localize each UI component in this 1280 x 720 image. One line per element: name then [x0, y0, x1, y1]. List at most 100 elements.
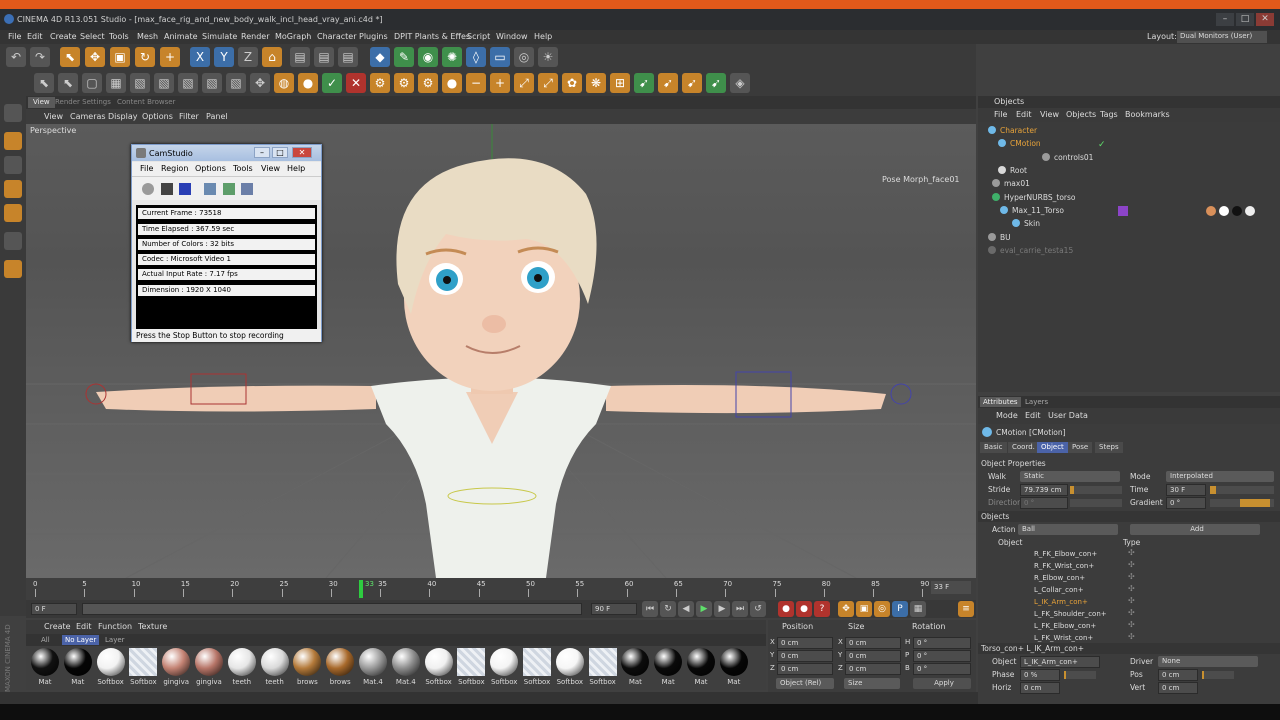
rectangle-select-icon[interactable]: ▢ — [82, 73, 102, 93]
cs-menu-file[interactable]: File — [140, 164, 153, 173]
point-level-icon[interactable]: ▦ — [910, 601, 926, 617]
menu-animate[interactable]: Animate — [164, 32, 198, 41]
cs-menu-view[interactable]: View — [261, 164, 280, 173]
material-swatch[interactable]: gingiva — [194, 648, 224, 686]
mat-menu-texture[interactable]: Texture — [138, 622, 167, 631]
filter-all[interactable]: All — [38, 635, 53, 645]
cs-menu-options[interactable]: Options — [195, 164, 226, 173]
step-forward-icon[interactable]: ▶ — [714, 601, 730, 617]
attr-menu-user-data[interactable]: User Data — [1048, 411, 1088, 420]
pos-y-field[interactable]: 0 cm — [777, 650, 833, 662]
size-y-field[interactable]: 0 cm — [845, 650, 901, 662]
material-swatch[interactable]: Softbox — [522, 648, 552, 686]
material-swatch[interactable]: Softbox — [96, 648, 126, 686]
list-item[interactable]: L_FK_Shoulder_con+ — [1034, 608, 1107, 620]
pos-z-field[interactable]: 0 cm — [777, 663, 833, 675]
object-row[interactable]: Max_11_Torso — [1000, 205, 1064, 217]
object-row[interactable]: BU — [988, 232, 1011, 244]
pos-slider[interactable] — [1202, 671, 1234, 679]
camstudio-close-button[interactable]: ✕ — [292, 147, 312, 158]
timeline-ruler[interactable]: 0 5 10 15 20 25 30 35 40 45 50 55 60 65 70 75 80 85 90 33 … — [26, 578, 976, 600]
obj-menu-view[interactable]: View — [1040, 110, 1059, 119]
menu-render[interactable]: Render — [241, 32, 269, 41]
material-swatch[interactable]: Softbox — [588, 648, 618, 686]
obj-menu-tags[interactable]: Tags — [1100, 110, 1118, 119]
camstudio-minimize-button[interactable]: – — [254, 147, 270, 158]
list-item[interactable]: R_Elbow_con+ — [1034, 572, 1085, 584]
record-keys-icon[interactable]: ● — [778, 601, 794, 617]
layout-select[interactable]: Dual Monitors (User) — [1177, 31, 1267, 43]
stride-field[interactable]: 79.739 cm — [1020, 484, 1068, 496]
phase-slider[interactable] — [1064, 671, 1096, 679]
camstudio-maximize-button[interactable]: □ — [272, 147, 288, 158]
live-selection-icon[interactable]: ⬉ — [60, 47, 80, 67]
timeline-playhead[interactable] — [359, 580, 363, 598]
stride-slider[interactable] — [1070, 486, 1122, 494]
smooth-brush-icon[interactable]: ➹ — [682, 73, 702, 93]
material-swatch[interactable]: Mat — [63, 648, 93, 686]
cs-menu-tools[interactable]: Tools — [233, 164, 253, 173]
camera-options-icon[interactable] — [241, 183, 253, 195]
measure-icon[interactable]: ⊞ — [610, 73, 630, 93]
menu-mograph[interactable]: MoGraph — [275, 32, 311, 41]
rot-p-field[interactable]: 0 ° — [913, 650, 971, 662]
start-frame-field[interactable]: 0 F — [31, 603, 77, 615]
subtab-coord[interactable]: Coord. — [1008, 442, 1039, 453]
mat-menu-create[interactable]: Create — [44, 622, 71, 631]
pose-morph-icon[interactable]: ● — [442, 73, 462, 93]
edges-mode-icon[interactable]: ▧ — [202, 73, 222, 93]
coordinate-system-icon[interactable]: ⌂ — [262, 47, 282, 67]
texture-tag-icon[interactable] — [1219, 206, 1229, 216]
polygons-mode-icon[interactable]: ▧ — [226, 73, 246, 93]
tab-layers[interactable]: Layers — [1022, 397, 1051, 407]
delete-icon[interactable]: ✕ — [346, 73, 366, 93]
list-item[interactable]: L_FK_Elbow_con+ — [1034, 620, 1096, 632]
gradient-field[interactable]: 0 ° — [1166, 497, 1206, 509]
rot-b-field[interactable]: 0 ° — [913, 663, 971, 675]
options-icon[interactable] — [223, 183, 235, 195]
workplane-icon[interactable]: ▧ — [154, 73, 174, 93]
menu-tools[interactable]: Tools — [109, 32, 129, 41]
play-icon[interactable]: ▶ — [696, 601, 712, 617]
subtab-pose[interactable]: Pose — [1068, 442, 1093, 453]
object-row[interactable]: eval_carrie_testa15 — [988, 245, 1073, 257]
object-row[interactable]: controls01 — [1042, 152, 1093, 164]
brush-icon[interactable]: ➹ — [658, 73, 678, 93]
object-row[interactable]: CMotion — [998, 138, 1041, 150]
object-mode-icon[interactable] — [4, 156, 22, 174]
stop-icon[interactable] — [179, 183, 191, 195]
rot-h-field[interactable]: 0 ° — [913, 637, 971, 649]
camstudio-title-bar[interactable]: CamStudio – □ ✕ — [132, 145, 321, 161]
subtab-object[interactable]: Object — [1037, 442, 1068, 453]
material-swatch[interactable]: Softbox — [424, 648, 454, 686]
horiz-field[interactable]: 0 cm — [1020, 682, 1060, 694]
go-to-end-icon[interactable]: ⏭ — [732, 601, 748, 617]
spline-pen-icon[interactable]: ✎ — [394, 47, 414, 67]
vp-menu-display[interactable]: Display — [108, 112, 138, 121]
direction-slider[interactable] — [1070, 499, 1122, 507]
subtab-steps[interactable]: Steps — [1095, 442, 1123, 453]
torso-section-header[interactable]: Torso_con+ L_IK_Arm_con+ — [978, 643, 1280, 654]
polygon-select-icon[interactable]: ⬉ — [58, 73, 78, 93]
menu-help[interactable]: Help — [534, 32, 552, 41]
light-icon[interactable]: ☀ — [538, 47, 558, 67]
list-item[interactable]: R_FK_Wrist_con+ — [1034, 560, 1094, 572]
floor-icon[interactable]: ▭ — [490, 47, 510, 67]
gradient-slider[interactable] — [1210, 499, 1274, 507]
material-swatch[interactable]: brows — [292, 648, 322, 686]
material-swatch[interactable]: Mat.4 — [391, 648, 421, 686]
add-button[interactable]: Add — [1130, 524, 1260, 535]
redo-icon[interactable]: ↷ — [30, 47, 50, 67]
vp-menu-cameras[interactable]: Cameras — [70, 112, 106, 121]
z-axis-icon[interactable]: Z — [238, 47, 258, 67]
undo-icon[interactable]: ↶ — [6, 47, 26, 67]
texture-tag-icon[interactable] — [1245, 206, 1255, 216]
x-axis-icon[interactable]: X — [190, 47, 210, 67]
scale-tool-icon[interactable]: ▣ — [110, 47, 130, 67]
current-frame-field[interactable]: 33 F — [931, 581, 971, 594]
paint-icon[interactable]: ➹ — [634, 73, 654, 93]
menu-mesh[interactable]: Mesh — [137, 32, 158, 41]
muscle-icon[interactable]: ❋ — [586, 73, 606, 93]
pos-field[interactable]: 0 cm — [1158, 669, 1198, 681]
close-button[interactable]: ✕ — [1256, 13, 1274, 26]
